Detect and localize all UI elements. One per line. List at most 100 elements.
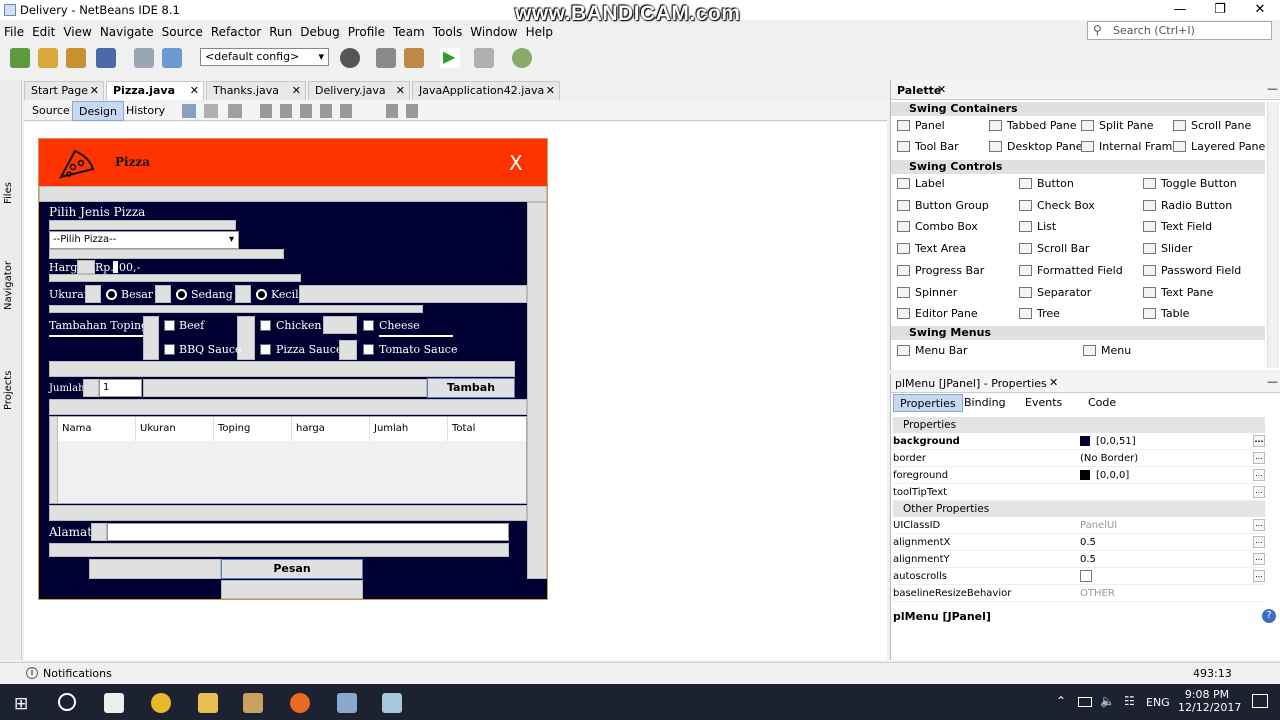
header-harga[interactable]: harga [292, 417, 370, 441]
menu-edit[interactable]: Edit [32, 25, 55, 39]
netbeans-taskbar-icon[interactable] [337, 693, 357, 713]
sedang-radio[interactable] [176, 289, 187, 300]
category-swing-menus[interactable]: Swing Menus [891, 326, 1265, 340]
category-swing-controls[interactable]: Swing Controls [891, 160, 1265, 174]
minimize-button[interactable]: — [1160, 0, 1200, 20]
wifi-icon[interactable]: ☷ [1124, 694, 1135, 708]
pesan-button[interactable]: Pesan [221, 559, 363, 579]
menu-debug[interactable]: Debug [300, 25, 339, 39]
minimize-panel-icon[interactable]: — [1267, 375, 1278, 388]
category-swing-containers[interactable]: Swing Containers [891, 102, 1265, 116]
debug-icon[interactable] [474, 48, 494, 68]
projects-tab[interactable]: Projects [3, 371, 14, 410]
tab-binding[interactable]: Binding [958, 394, 1012, 412]
palette-item-toggle-button[interactable]: Toggle Button [1141, 175, 1237, 193]
autoscrolls-checkbox[interactable] [1080, 570, 1092, 582]
palette-item-text-field[interactable]: Text Field [1141, 218, 1212, 236]
chevron-up-icon[interactable]: ⌃ [1056, 694, 1066, 708]
palette-item-table[interactable]: Table [1141, 305, 1189, 323]
palette-item-panel[interactable]: Panel [895, 117, 945, 135]
menu-refactor[interactable]: Refactor [211, 25, 261, 39]
close-icon[interactable]: ✕ [190, 82, 199, 100]
history-mode-button[interactable]: History [120, 101, 171, 121]
menu-tools[interactable]: Tools [433, 25, 463, 39]
save-all-icon[interactable] [96, 48, 116, 68]
menu-help[interactable]: Help [526, 25, 553, 39]
header-total[interactable]: Total [448, 417, 526, 441]
align-tools-icon[interactable] [260, 104, 360, 118]
jumlah-spinner[interactable]: 1 [99, 379, 142, 397]
section-properties[interactable]: Properties [893, 417, 1265, 433]
maximize-button[interactable]: ❐ [1200, 0, 1240, 20]
palette-item-check-box[interactable]: Check Box [1017, 197, 1095, 215]
palette-item-scroll-pane[interactable]: Scroll Pane [1171, 117, 1251, 135]
clean-build-icon[interactable] [404, 48, 424, 68]
tab-start-page[interactable]: Start Page ✕ [24, 81, 104, 100]
new-file-icon[interactable] [10, 48, 30, 68]
palette-item-tool-bar[interactable]: Tool Bar [895, 138, 959, 156]
bbq-sauce-checkbox[interactable] [164, 344, 175, 355]
close-icon[interactable]: ✕ [546, 82, 555, 100]
tab-pizza-java[interactable]: Pizza.java ✕ [106, 81, 204, 100]
cheese-checkbox[interactable] [363, 320, 374, 331]
form-close-label[interactable]: X [509, 151, 523, 175]
palette-item-formatted-field[interactable]: Formatted Field [1017, 262, 1123, 280]
tambah-button[interactable]: Tambah [427, 378, 515, 398]
menu-window[interactable]: Window [470, 25, 517, 39]
besar-radio[interactable] [106, 289, 117, 300]
header-toping[interactable]: Toping [214, 417, 292, 441]
prop-row-alignmenty[interactable]: alignmentY 0.5... [893, 551, 1265, 568]
prop-row-baselineresizebehavior[interactable]: baselineResizeBehavior OTHER [893, 585, 1265, 602]
connection-mode-icon[interactable] [204, 104, 218, 118]
config-select[interactable]: <default config> ▾ [200, 48, 329, 66]
info-icon[interactable]: i [26, 667, 38, 679]
files-tab[interactable]: Files [3, 182, 14, 204]
close-icon[interactable]: ✕ [937, 83, 946, 96]
menu-profile[interactable]: Profile [348, 25, 385, 39]
preview-design-icon[interactable] [228, 104, 242, 118]
pizza-sauce-checkbox[interactable] [260, 344, 271, 355]
palette-item-label[interactable]: Label [895, 175, 945, 193]
source-mode-button[interactable]: Source [26, 101, 76, 121]
prop-row-autoscrolls[interactable]: autoscrolls... [893, 568, 1265, 585]
tab-events[interactable]: Events [1019, 394, 1068, 412]
close-icon[interactable]: ✕ [396, 82, 405, 100]
run-icon[interactable]: ▶ [440, 47, 460, 68]
clock[interactable]: 9:08 PM 12/12/2017 [1178, 688, 1241, 714]
palette-item-radio-button[interactable]: Radio Button [1141, 197, 1232, 215]
menu-run[interactable]: Run [269, 25, 292, 39]
design-mode-button[interactable]: Design [72, 101, 124, 121]
navigator-tab[interactable]: Navigator [3, 261, 14, 310]
alamat-field[interactable] [107, 523, 509, 541]
kecil-radio[interactable] [256, 289, 267, 300]
pizza-form-preview[interactable]: Pizza X Pilih Jenis Pizza --Pilih Pizza-… [38, 138, 548, 600]
selection-mode-icon[interactable] [182, 104, 196, 118]
speaker-icon[interactable]: 🔈 [1100, 694, 1115, 708]
header-jumlah[interactable]: Jumlah [370, 417, 448, 441]
build-hammer-icon[interactable] [376, 48, 396, 68]
prop-row-tooltiptext[interactable]: toolTipText... [893, 484, 1265, 501]
palette-item-button[interactable]: Button [1017, 175, 1074, 193]
store-icon[interactable] [104, 693, 124, 713]
palette-item-separator[interactable]: Separator [1017, 284, 1091, 302]
palette-scrollbar[interactable] [1267, 102, 1279, 368]
palette-item-spinner[interactable]: Spinner [895, 284, 957, 302]
globe-icon[interactable] [340, 48, 360, 68]
tab-properties[interactable]: Properties [893, 394, 963, 412]
section-other-properties[interactable]: Other Properties [893, 501, 1265, 517]
palette-item-tree[interactable]: Tree [1017, 305, 1060, 323]
new-project-icon[interactable] [38, 48, 58, 68]
header-ukuran[interactable]: Ukuran [136, 417, 214, 441]
cortana-search-icon[interactable] [58, 693, 76, 711]
menu-navigate[interactable]: Navigate [100, 25, 154, 39]
order-table[interactable]: Nama Ukuran Toping harga Jumlah Total [49, 416, 527, 504]
help-icon[interactable]: ? [1262, 609, 1276, 623]
palette-item-password-field[interactable]: Password Field [1141, 262, 1241, 280]
tab-delivery-java[interactable]: Delivery.java ✕ [308, 81, 410, 100]
prop-row-alignmentx[interactable]: alignmentX 0.5... [893, 534, 1265, 551]
palette-item-menu[interactable]: Menu [1081, 342, 1131, 360]
palette-item-text-pane[interactable]: Text Pane [1141, 284, 1213, 302]
palette-item-tabbed-pane[interactable]: Tabbed Pane [987, 117, 1076, 135]
header-nama[interactable]: Nama [58, 417, 136, 441]
close-icon[interactable]: ✕ [292, 82, 301, 100]
